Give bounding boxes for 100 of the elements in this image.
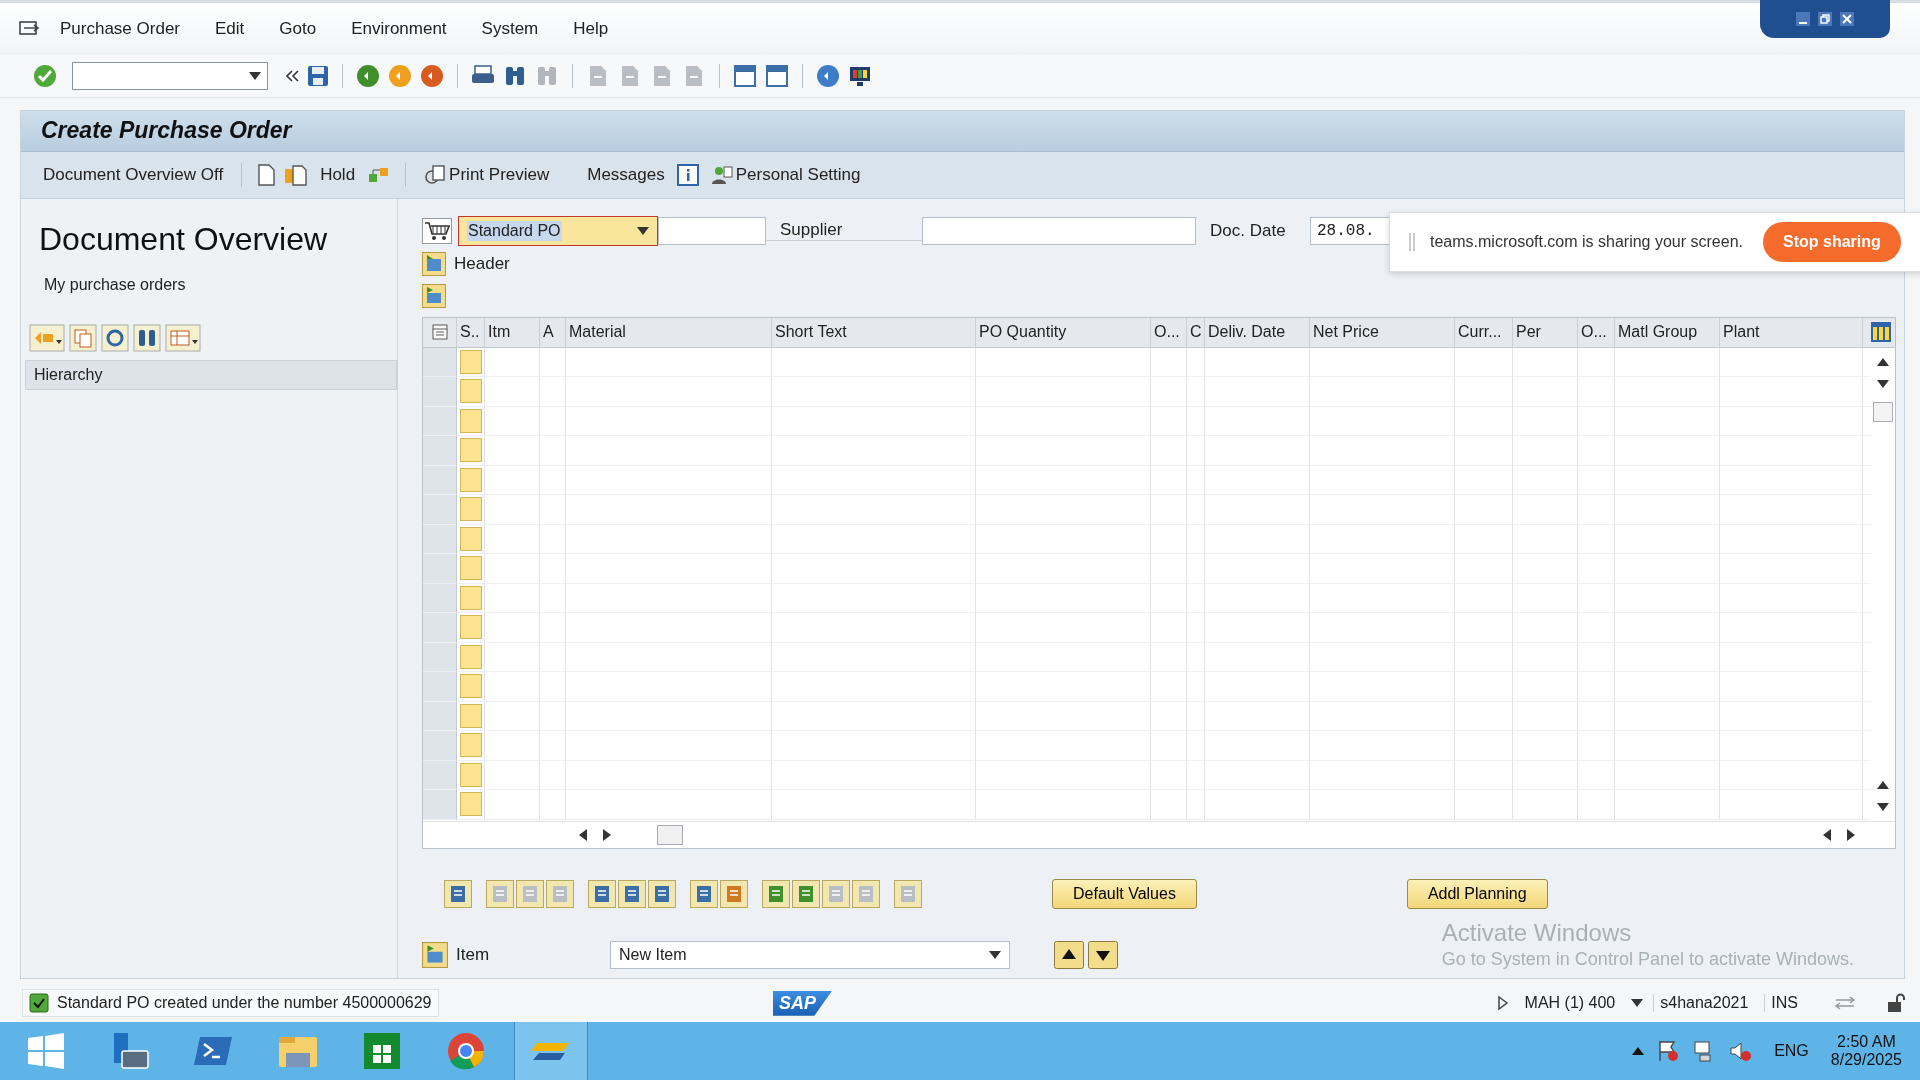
collapse-icon[interactable] [284,67,300,84]
expand-status-icon[interactable] [1496,995,1509,1012]
scroll-up-icon[interactable] [1877,357,1889,366]
dropdown-icon[interactable] [249,71,261,80]
drag-handle-icon[interactable] [1408,233,1416,251]
menu-item[interactable]: Edit [215,19,245,40]
info-icon[interactable] [676,163,699,186]
column-header[interactable]: Plant [1720,317,1863,348]
table-cell [1187,377,1205,407]
column-header[interactable]: S.. [457,317,485,348]
table-cell [1455,731,1513,761]
scroll-up-icon[interactable] [1877,780,1889,789]
scroll-left-icon[interactable] [1823,828,1831,841]
table-cell [1455,760,1513,791]
restore-icon[interactable] [1817,11,1833,27]
dropdown-icon[interactable] [637,226,649,235]
menu-item[interactable]: Goto [279,19,317,40]
tree-header[interactable]: Hierarchy [25,359,397,390]
collapse-section-icon[interactable] [422,941,448,968]
table-cell [540,377,566,407]
menu-item[interactable]: Help [573,19,609,40]
scroll-down-icon[interactable] [1877,802,1889,811]
language-indicator[interactable]: ENG [1774,1042,1809,1060]
new-window-icon[interactable] [732,62,758,89]
flag-icon[interactable] [1656,1039,1681,1063]
clock[interactable]: 2:50 AM 8/29/2025 [1830,1033,1902,1069]
scroll-thumb[interactable] [657,824,683,845]
dropdown-icon[interactable] [989,950,1001,959]
transfer-icon[interactable] [1834,995,1856,1012]
print-preview-button[interactable]: Print Preview [420,161,554,188]
item-dropdown[interactable]: New Item [610,940,1010,969]
personal-setting-button[interactable]: Personal Setting [706,161,865,188]
select-all-icon[interactable] [431,324,448,341]
column-header[interactable]: O... [1151,317,1187,348]
addl-planning-button[interactable]: Addl Planning [1406,878,1548,909]
show-hidden-icons-icon[interactable] [1632,1047,1645,1055]
supplier-field[interactable] [922,216,1196,245]
table-cell [1187,436,1205,466]
variant-link[interactable]: My purchase orders [44,275,186,294]
doc-date-label: Doc. Date [1209,220,1287,241]
table-cell [1513,347,1578,378]
document-type-dropdown[interactable]: Standard PO [458,215,658,246]
column-header[interactable]: O... [1578,317,1615,348]
column-header[interactable]: Deliv. Date [1205,317,1310,348]
overview-toggle-button[interactable]: Document Overview Off [39,162,228,187]
document-icon[interactable] [256,163,277,186]
save-icon[interactable] [306,63,330,88]
scroll-left-icon[interactable] [579,828,587,841]
column-header[interactable]: PO Quantity [976,317,1151,348]
cart-icon[interactable] [422,217,452,244]
system-info[interactable]: MAH (1) 400 [1518,994,1622,1013]
scroll-down-icon[interactable] [1877,379,1889,388]
messages-button[interactable]: Messages [583,162,669,187]
table-cell [1187,642,1205,673]
table-cell [1187,731,1205,761]
column-header[interactable]: Short Text [772,317,976,348]
table-cell [1455,347,1513,378]
table-cell [540,760,566,791]
table-cell [1151,377,1187,407]
doc-date-field[interactable]: 28.08. [1310,216,1390,245]
table-cell [540,406,566,437]
select-arrows-icon[interactable] [29,323,65,352]
muted-speaker-icon[interactable] [1728,1039,1753,1063]
column-settings-icon[interactable] [1871,322,1891,343]
column-header[interactable]: Matl Group [1615,317,1720,348]
scroll-right-icon[interactable] [603,828,611,841]
shortcut-icon[interactable] [764,62,790,89]
enter-icon[interactable] [32,62,58,89]
table-cell [1151,465,1187,496]
collapse-section-icon[interactable] [422,283,446,308]
scroll-thumb[interactable] [1873,401,1893,422]
column-header[interactable]: Material [566,317,772,348]
document-number-field[interactable] [658,216,766,245]
column-header[interactable]: Per [1513,317,1578,348]
expand-icon[interactable] [422,251,446,276]
menu-item[interactable]: System [481,19,539,40]
success-icon [29,993,49,1014]
table-cell [1513,613,1578,643]
table-cell [1187,583,1205,614]
command-field[interactable] [72,61,268,90]
table-cell [1513,760,1578,791]
column-header[interactable]: Curr... [1455,317,1513,348]
menu-item[interactable]: Environment [351,19,447,40]
scroll-right-icon[interactable] [1847,828,1855,841]
menu-item[interactable]: Purchase Order [60,19,180,40]
column-header[interactable]: C [1187,317,1205,348]
hold-button[interactable]: Hold [316,162,360,187]
close-icon[interactable] [1839,11,1855,27]
table-cell [1187,465,1205,496]
default-values-button[interactable]: Default Values [1052,878,1197,909]
table-cell [1151,436,1187,466]
column-header[interactable]: A [540,317,566,348]
table-cell [1151,406,1187,437]
minimize-icon[interactable] [1795,11,1811,27]
dropdown-icon[interactable] [1631,999,1644,1008]
column-header[interactable]: Net Price [1310,317,1455,348]
column-header[interactable]: Itm [485,317,540,348]
table-cell [540,347,566,378]
layout-icon[interactable] [165,323,201,352]
folder-document-icon[interactable] [284,163,309,186]
